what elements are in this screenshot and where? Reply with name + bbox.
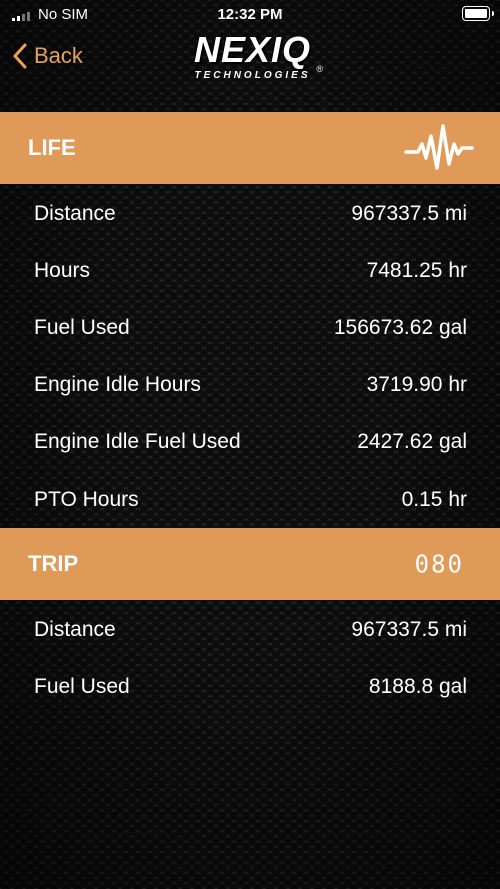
logo-registered-mark: ®	[316, 64, 323, 74]
trip-section-header: TRIP 080	[0, 528, 500, 600]
waveform-icon	[404, 124, 474, 170]
life-row-distance: Distance 967337.5 mi	[0, 185, 500, 242]
trip-row-distance: Distance 967337.5 mi	[0, 601, 500, 658]
life-row-hours: Hours 7481.25 hr	[0, 242, 500, 299]
status-time: 12:32 PM	[217, 6, 283, 23]
row-label: Distance	[34, 617, 116, 641]
nexiq-logo: NEXIQ TECHNOLOGIES ®	[180, 30, 325, 85]
trip-row-fuel-used: Fuel Used 8188.8 gal	[0, 658, 500, 715]
row-label: Hours	[34, 258, 91, 282]
life-row-pto-hours: PTO Hours 0.15 hr	[0, 471, 500, 528]
status-bar: No SIM 12:32 PM	[0, 0, 500, 30]
row-label: Fuel Used	[34, 674, 130, 698]
trip-section-title: TRIP	[28, 551, 79, 576]
trip-readout: 080	[414, 549, 464, 579]
row-value: 967337.5 mi	[351, 617, 467, 641]
life-row-fuel-used: Fuel Used 156673.62 gal	[0, 299, 500, 356]
logo-brand: NEXIQ	[193, 29, 312, 70]
life-row-engine-idle-fuel-used: Engine Idle Fuel Used 2427.62 gal	[0, 413, 500, 470]
life-section-title: LIFE	[28, 135, 76, 160]
back-button[interactable]: Back	[12, 40, 83, 72]
row-value: 0.15 hr	[401, 487, 467, 511]
chevron-left-icon	[13, 43, 27, 69]
row-label: Engine Idle Fuel Used	[34, 429, 241, 453]
back-label: Back	[34, 43, 83, 68]
row-label: Engine Idle Hours	[34, 372, 201, 396]
logo-subtitle: TECHNOLOGIES	[194, 70, 311, 81]
battery-icon	[462, 6, 494, 21]
row-label: PTO Hours	[34, 487, 139, 511]
life-row-engine-idle-hours: Engine Idle Hours 3719.90 hr	[0, 356, 500, 413]
row-value: 7481.25 hr	[366, 258, 467, 282]
row-value: 967337.5 mi	[351, 201, 467, 225]
row-label: Fuel Used	[34, 315, 130, 339]
life-section-header: LIFE	[0, 112, 500, 184]
row-value: 156673.62 gal	[333, 315, 467, 339]
row-value: 8188.8 gal	[368, 674, 467, 698]
row-value: 2427.62 gal	[357, 429, 467, 453]
row-value: 3719.90 hr	[366, 372, 467, 396]
row-label: Distance	[34, 201, 116, 225]
